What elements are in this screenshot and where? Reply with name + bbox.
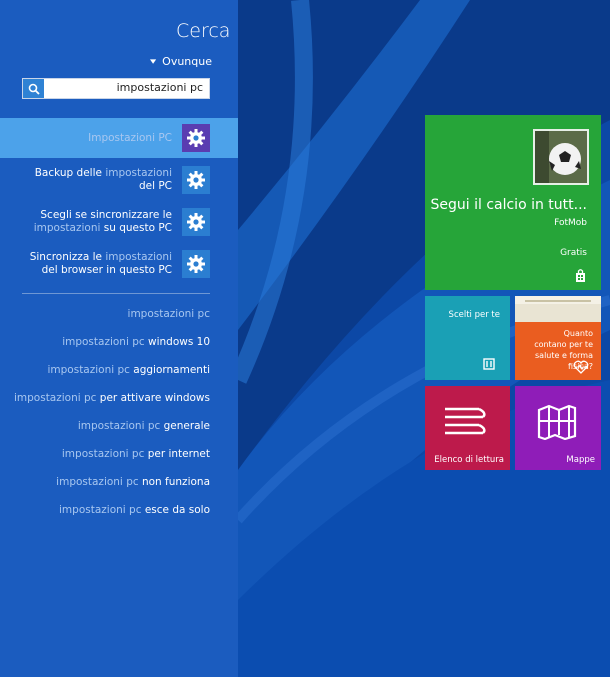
store-icon (576, 269, 585, 282)
gear-tile (182, 250, 210, 278)
soccer-ball-image (533, 129, 589, 185)
reading-list-icon (445, 407, 486, 435)
salute-image (515, 296, 601, 322)
suggestion-prefix: impostazioni pc (47, 364, 130, 376)
suggestion-rest: aggiornamenti (129, 364, 210, 376)
result-text-part: Sincronizza le (29, 251, 106, 263)
search-suggestion[interactable]: impostazioni pc per internet (62, 448, 210, 460)
gear-icon (187, 171, 205, 189)
suggestion-rest: windows 10 (144, 336, 210, 348)
tile-elenco-di-lettura[interactable]: Elenco di lettura (425, 386, 510, 470)
search-input[interactable]: impostazioni pc (22, 78, 210, 99)
search-icon (28, 83, 40, 95)
result-text-part: impostazioni (105, 251, 172, 263)
search-suggestion[interactable]: impostazioni pc aggiornamenti (47, 364, 210, 376)
tile-fotmob[interactable]: Segui il calcio in tutt... FotMob Gratis (425, 115, 601, 290)
fotmob-price: Gratis (560, 248, 587, 258)
suggestion-prefix: impostazioni pc (77, 420, 161, 432)
search-suggestion[interactable]: impostazioni pc esce da solo (59, 504, 210, 516)
search-result[interactable]: Sincronizza le impostazioni del browser … (0, 244, 238, 284)
result-text-part: impostazioni (33, 222, 101, 234)
search-title: Cerca (176, 20, 231, 42)
tile-scelti-per-te[interactable]: Scelti per te (425, 296, 510, 380)
suggestion-prefix: impostazioni pc (61, 448, 145, 460)
lettura-label: Elenco di lettura (434, 455, 504, 465)
fotmob-headline: Segui il calcio in tutt... (430, 197, 587, 213)
suggestion-prefix: impostazioni pc (62, 336, 145, 348)
result-text-part: su questo PC (100, 222, 172, 234)
search-result[interactable]: Scegli se sincronizzare le impostazioni … (0, 202, 238, 242)
search-result[interactable]: Backup delle impostazioni del PC (0, 160, 238, 200)
suggestion-prefix: impostazioni pc (127, 308, 210, 320)
search-result-label: Backup delle impostazioni del PC (22, 160, 172, 200)
result-text-part: del PC (138, 180, 172, 192)
search-result-label: Sincronizza le impostazioni del browser … (22, 244, 172, 284)
search-suggestion[interactable]: impostazioni pc per attivare windows (14, 392, 210, 404)
tile-mappe[interactable]: Mappe (515, 386, 601, 470)
search-result-label: Impostazioni PC (22, 118, 172, 158)
scelti-label: Scelti per te (448, 310, 500, 320)
suggestion-prefix: impostazioni pc (56, 476, 139, 488)
gear-tile (182, 208, 210, 236)
gear-tile (182, 124, 210, 152)
result-text-part: Scegli se sincronizzare le (40, 209, 172, 221)
suggestion-rest: esce da solo (141, 504, 210, 516)
gear-tile (182, 166, 210, 194)
chevron-down-icon: ▼ (150, 58, 157, 65)
suggestion-rest: per internet (144, 448, 210, 460)
search-result[interactable]: Impostazioni PC (0, 118, 238, 158)
tile-salute[interactable]: Quanto contano per te salute e forma fis… (515, 296, 601, 380)
suggestion-rest: per attivare windows (96, 392, 210, 404)
gear-icon (187, 213, 205, 231)
scope-label: Ovunque (162, 55, 212, 68)
map-icon (537, 404, 577, 440)
result-text-part: del browser in questo PC (41, 264, 172, 276)
result-text-part: Impostazioni PC (88, 131, 172, 144)
heart-pulse-icon (573, 360, 589, 374)
search-suggestion[interactable]: impostazioni pc windows 10 (62, 336, 210, 348)
search-suggestion[interactable]: impostazioni pc generale (78, 420, 210, 432)
store-icon (483, 358, 495, 370)
suggestion-rest: non funziona (138, 476, 210, 488)
result-text-part: Backup delle (34, 167, 106, 179)
search-suggestion[interactable]: impostazioni pc non funziona (56, 476, 210, 488)
fotmob-publisher: FotMob (554, 218, 587, 228)
results-divider (22, 293, 210, 294)
search-query: impostazioni pc (116, 81, 203, 94)
gear-icon (187, 129, 205, 147)
search-button[interactable] (23, 79, 44, 98)
suggestion-prefix: impostazioni pc (13, 392, 97, 404)
search-charm-panel: Cerca ▼ Ovunque impostazioni pc Impostaz… (0, 0, 238, 677)
gear-icon (187, 255, 205, 273)
result-text-part: impostazioni (105, 167, 172, 179)
search-result-label: Scegli se sincronizzare le impostazioni … (22, 202, 172, 242)
search-suggestion[interactable]: impostazioni pc (128, 308, 210, 320)
scope-dropdown[interactable]: ▼ Ovunque (150, 55, 212, 68)
suggestion-prefix: impostazioni pc (59, 504, 142, 516)
mappe-label: Mappe (566, 455, 595, 465)
suggestion-rest: generale (160, 420, 210, 432)
